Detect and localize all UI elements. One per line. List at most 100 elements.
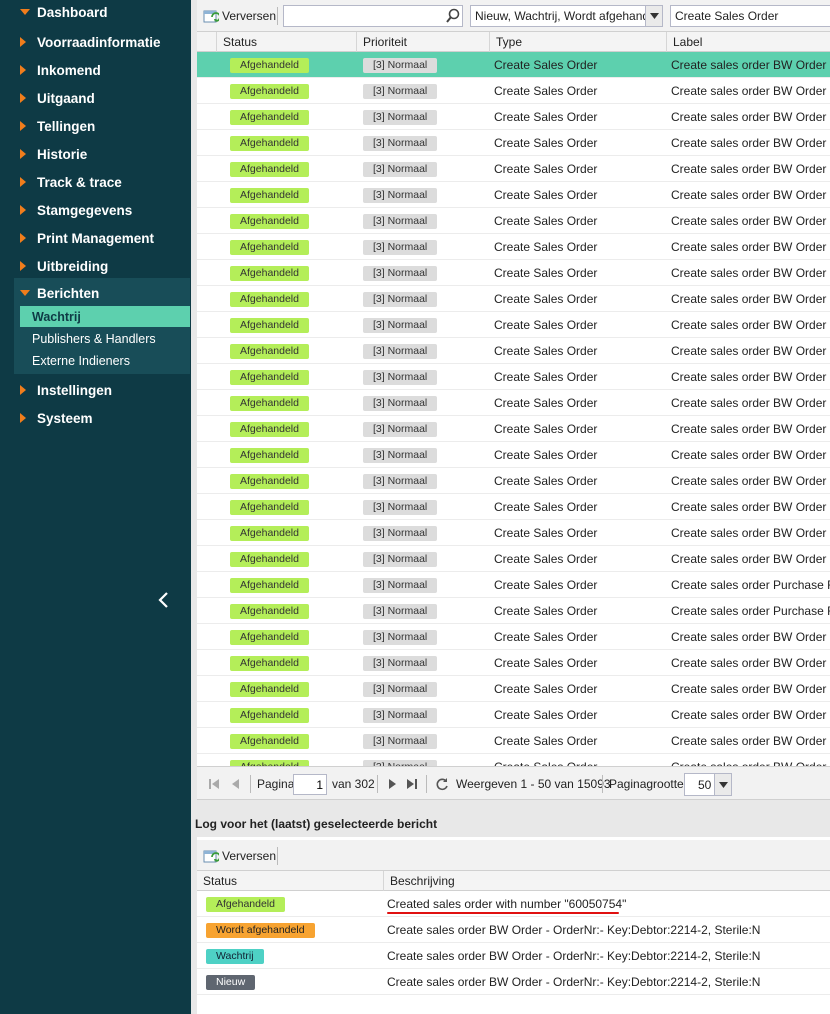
- sidebar-subitem-externe-indieners[interactable]: Externe Indieners: [20, 350, 190, 371]
- search-button[interactable]: [444, 6, 462, 26]
- label-cell: Create sales order BW Order - O: [671, 708, 830, 722]
- table-row[interactable]: Afgehandeld [3] Normaal Create Sales Order…: [197, 494, 830, 520]
- priority-cell: [3] Normaal: [363, 442, 490, 468]
- priority-cell: [3] Normaal: [363, 754, 490, 766]
- sidebar-item-label: Uitgaand: [37, 90, 95, 106]
- priority-badge: [3] Normaal: [363, 109, 438, 125]
- priority-badge: [3] Normaal: [363, 421, 438, 437]
- sidebar-item-systeem[interactable]: Systeem: [0, 406, 191, 430]
- status-filter-combo[interactable]: Nieuw, Wachtrij, Wordt afgehandeld: [470, 5, 663, 27]
- status-cell: Afgehandeld: [230, 52, 357, 78]
- sidebar-item-tellingen[interactable]: Tellingen: [0, 114, 191, 138]
- sidebar-item-label: Stamgegevens: [37, 202, 133, 218]
- table-row[interactable]: Afgehandeld [3] Normaal Create Sales Order…: [197, 156, 830, 182]
- table-row[interactable]: Afgehandeld [3] Normaal Create Sales Order…: [197, 442, 830, 468]
- table-row[interactable]: Afgehandeld [3] Normaal Create Sales Order…: [197, 286, 830, 312]
- table-row[interactable]: Afgehandeld [3] Normaal Create Sales Order…: [197, 572, 830, 598]
- table-row[interactable]: Afgehandeld [3] Normaal Create Sales Order…: [197, 416, 830, 442]
- log-row[interactable]: Nieuw Create sales order BW Order - Order…: [197, 969, 830, 995]
- col-header-priority[interactable]: Prioriteit: [357, 32, 490, 52]
- sidebar-subitem-wachtrij[interactable]: Wachtrij: [20, 306, 190, 327]
- table-row[interactable]: Afgehandeld [3] Normaal Create Sales Order…: [197, 130, 830, 156]
- status-cell: Afgehandeld: [230, 728, 357, 754]
- search-input[interactable]: [283, 5, 463, 27]
- table-row[interactable]: Afgehandeld [3] Normaal Create Sales Order…: [197, 234, 830, 260]
- sidebar-item-uitgaand[interactable]: Uitgaand: [0, 86, 191, 110]
- sidebar-item-track-trace[interactable]: Track & trace: [0, 170, 191, 194]
- label-cell: Create sales order BW Order - O: [671, 448, 830, 462]
- table-row[interactable]: Afgehandeld [3] Normaal Create Sales Order…: [197, 208, 830, 234]
- sidebar-item-dashboard[interactable]: Dashboard: [0, 0, 191, 24]
- status-badge: Afgehandeld: [230, 239, 309, 255]
- status-cell: Afgehandeld: [230, 624, 357, 650]
- log-panel-title: Log voor het (laatst) geselecteerde beri…: [191, 810, 830, 837]
- sidebar-item-instellingen[interactable]: Instellingen: [0, 378, 191, 402]
- prev-page-icon[interactable]: [229, 777, 243, 791]
- table-row[interactable]: Afgehandeld [3] Normaal Create Sales Order…: [197, 390, 830, 416]
- next-page-icon[interactable]: [385, 777, 399, 791]
- table-row[interactable]: Afgehandeld [3] Normaal Create Sales Order…: [197, 676, 830, 702]
- table-row[interactable]: Afgehandeld [3] Normaal Create Sales Order…: [197, 260, 830, 286]
- sidebar-item-voorraadinformatie[interactable]: Voorraadinformatie: [0, 30, 191, 54]
- sidebar-item-inkomend[interactable]: Inkomend: [0, 58, 191, 82]
- table-row[interactable]: Afgehandeld [3] Normaal Create Sales Order…: [197, 78, 830, 104]
- log-row[interactable]: Wachtrij Create sales order BW Order - Or…: [197, 943, 830, 969]
- col-header-label[interactable]: Label: [667, 32, 830, 52]
- sidebar-subitem-publishers-handlers[interactable]: Publishers & Handlers: [20, 328, 190, 349]
- table-row[interactable]: Afgehandeld [3] Normaal Create Sales Order…: [197, 364, 830, 390]
- table-row[interactable]: Afgehandeld [3] Normaal Create Sales Order…: [197, 650, 830, 676]
- sidebar-subitem-label: Externe Indieners: [32, 353, 130, 368]
- log-row[interactable]: Afgehandeld Created sales order with numb…: [197, 891, 830, 917]
- table-row[interactable]: Afgehandeld [3] Normaal Create Sales Order…: [197, 546, 830, 572]
- sidebar-item-print-management[interactable]: Print Management: [0, 226, 191, 250]
- table-row[interactable]: Afgehandeld [3] Normaal Create Sales Order…: [197, 702, 830, 728]
- table-row[interactable]: Afgehandeld [3] Normaal Create Sales Order…: [197, 312, 830, 338]
- table-row[interactable]: Afgehandeld [3] Normaal Create Sales Order…: [197, 754, 830, 766]
- sidebar-item-historie[interactable]: Historie: [0, 142, 191, 166]
- refresh-button[interactable]: Verversen: [203, 8, 276, 24]
- status-badge: Afgehandeld: [230, 447, 309, 463]
- table-row[interactable]: Afgehandeld [3] Normaal Create Sales Order…: [197, 52, 830, 78]
- col-header-status[interactable]: Status: [217, 32, 357, 52]
- type-filter-combo[interactable]: Create Sales Order: [670, 5, 830, 27]
- table-row[interactable]: Afgehandeld [3] Normaal Create Sales Order…: [197, 598, 830, 624]
- refresh-label: Verversen: [222, 9, 277, 23]
- type-cell: Create Sales Order: [494, 396, 598, 410]
- label-cell: Create sales order BW Order - O: [671, 500, 830, 514]
- first-page-icon[interactable]: [207, 777, 221, 791]
- last-page-icon[interactable]: [405, 777, 419, 791]
- col-header-type[interactable]: Type: [490, 32, 667, 52]
- table-row[interactable]: Afgehandeld [3] Normaal Create Sales Order…: [197, 520, 830, 546]
- table-row[interactable]: Afgehandeld [3] Normaal Create Sales Order…: [197, 338, 830, 364]
- table-row[interactable]: Afgehandeld [3] Normaal Create Sales Order…: [197, 728, 830, 754]
- table-row[interactable]: Afgehandeld [3] Normaal Create Sales Order…: [197, 468, 830, 494]
- status-cell: Afgehandeld: [230, 572, 357, 598]
- log-col-header-description[interactable]: Beschrijving: [384, 871, 830, 891]
- page-number-input[interactable]: [293, 774, 327, 795]
- log-refresh-button[interactable]: Verversen: [203, 848, 276, 864]
- status-cell: Afgehandeld: [230, 494, 357, 520]
- status-cell: Afgehandeld: [230, 338, 357, 364]
- sidebar-item-stamgegevens[interactable]: Stamgegevens: [0, 198, 191, 222]
- table-row[interactable]: Afgehandeld [3] Normaal Create Sales Order…: [197, 624, 830, 650]
- type-cell: Create Sales Order: [494, 188, 598, 202]
- table-row[interactable]: Afgehandeld [3] Normaal Create Sales Order…: [197, 182, 830, 208]
- log-row[interactable]: Wordt afgehandeld Create sales order BW O…: [197, 917, 830, 943]
- status-filter-trigger[interactable]: [645, 6, 662, 26]
- status-badge: Afgehandeld: [230, 551, 309, 567]
- sidebar-item-uitbreiding[interactable]: Uitbreiding: [0, 254, 191, 278]
- log-description-cell: Create sales order BW Order - OrderNr:- …: [387, 949, 761, 963]
- table-row[interactable]: Afgehandeld [3] Normaal Create Sales Order…: [197, 104, 830, 130]
- refresh-icon[interactable]: [435, 777, 449, 791]
- page-size-select[interactable]: 50: [684, 773, 732, 796]
- status-cell: Afgehandeld: [230, 468, 357, 494]
- panel-splitter[interactable]: [197, 800, 830, 810]
- type-cell: Create Sales Order: [494, 630, 598, 644]
- chevron-left-icon[interactable]: [157, 591, 171, 609]
- status-badge: Nieuw: [206, 974, 256, 990]
- type-cell: Create Sales Order: [494, 214, 598, 228]
- page-size-trigger[interactable]: [714, 774, 731, 795]
- priority-badge: [3] Normaal: [363, 343, 438, 359]
- log-col-header-status[interactable]: Status: [197, 871, 384, 891]
- sidebar-item-berichten[interactable]: Berichten: [0, 281, 191, 305]
